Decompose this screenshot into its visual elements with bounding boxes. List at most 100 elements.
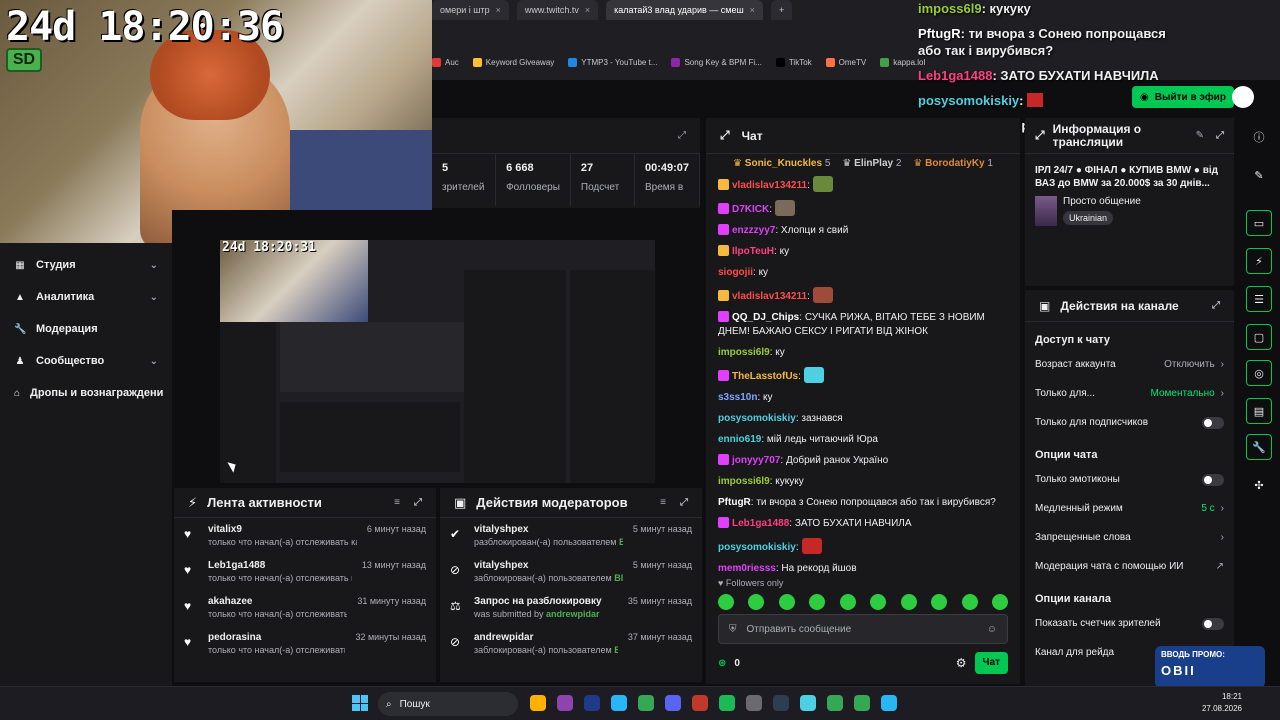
chat-username[interactable]: TheLasstofUs <box>732 371 798 382</box>
chat-username[interactable]: PftugR <box>718 497 751 508</box>
bookmark-item[interactable]: OmeTV <box>825 57 866 67</box>
browser-tab[interactable]: www.twitch.tv × <box>516 0 599 20</box>
emote-icon[interactable] <box>991 594 1008 610</box>
chat-username[interactable]: vladislav134211 <box>732 291 807 302</box>
toggle-switch[interactable] <box>1202 473 1224 486</box>
app-icon[interactable] <box>557 695 573 711</box>
telegram-icon[interactable] <box>611 695 627 711</box>
wrench-icon[interactable]: 🔧 <box>1246 434 1272 460</box>
spotify-icon[interactable] <box>719 695 735 711</box>
expand-icon[interactable]: ⤢ <box>1216 129 1224 142</box>
close-icon[interactable]: × <box>750 5 755 15</box>
activity-user[interactable]: akahazee <box>208 596 347 607</box>
top-chatter[interactable]: ♛ BorodatiyKy 1 <box>913 158 993 169</box>
close-icon[interactable]: × <box>496 5 501 15</box>
emote-icon[interactable] <box>961 594 978 610</box>
chrome-icon[interactable] <box>827 695 843 711</box>
taskbar-search[interactable]: ⌕ Пошук <box>378 692 518 716</box>
save-icon[interactable]: ▤ <box>1246 398 1272 424</box>
setting-row[interactable]: Только для подписчиков <box>1025 408 1234 437</box>
mod-action-item[interactable]: ⊘ vitalyshpex заблокирован(-а) пользовател… <box>440 554 702 590</box>
top-chatter[interactable]: ♛ ElinPlay 2 <box>842 158 901 169</box>
toggle-switch[interactable] <box>1202 416 1224 429</box>
activity-item[interactable]: ♥ vitalix9 только что начал(-а) отслеживат… <box>174 518 436 554</box>
expand-icon[interactable]: ⤢ <box>720 128 730 143</box>
app-icon[interactable] <box>800 695 816 711</box>
gear-icon[interactable]: ⚙ <box>956 656 967 670</box>
bookmark-item[interactable]: TikTok <box>775 57 812 67</box>
emote-icon[interactable] <box>931 594 948 610</box>
emote-icon[interactable] <box>809 594 826 610</box>
browser-tab[interactable]: калатай3 влад ударив — смеш × <box>606 0 763 20</box>
filter-icon[interactable]: ≡ <box>394 497 400 508</box>
setting-row[interactable]: Модерация чата с помощью ИИ ↗ <box>1025 552 1234 581</box>
app-icon[interactable] <box>773 695 789 711</box>
discord-icon[interactable] <box>665 695 681 711</box>
setting-row[interactable]: Медленный режим 5 с › <box>1025 494 1234 523</box>
chat-username[interactable]: impossi6l9 <box>718 347 770 358</box>
info-icon[interactable]: ⓘ <box>1246 124 1272 150</box>
edit-icon[interactable]: ✎ <box>1246 162 1272 188</box>
new-tab-button[interactable]: + <box>770 0 793 20</box>
activity-user[interactable]: pedorasina <box>208 632 345 643</box>
emote-icon[interactable] <box>718 594 734 610</box>
list-icon[interactable]: ☰ <box>1246 286 1272 312</box>
chat-username[interactable]: D7KICK <box>732 204 769 215</box>
setting-row[interactable]: Только для... Моментально › <box>1025 379 1234 408</box>
clip-icon[interactable]: ▭ <box>1246 210 1272 236</box>
bookmark-item[interactable]: Auc <box>432 57 459 67</box>
mod-action-target[interactable]: BorodatiyKy <box>614 645 618 655</box>
chat-username[interactable]: siogojii <box>718 267 753 278</box>
activity-item[interactable]: ♥ Leb1ga1488 только что начал(-а) отслежив… <box>174 554 436 590</box>
expand-icon[interactable]: ⤢ <box>1212 300 1220 311</box>
close-icon[interactable]: × <box>585 5 590 15</box>
filter-icon[interactable]: ≡ <box>660 497 666 508</box>
sidebar-item-3[interactable]: 🔧 Модерация <box>0 313 172 345</box>
mod-action-title[interactable]: vitalyshpex <box>474 524 623 535</box>
activity-user[interactable]: vitalix9 <box>208 524 357 535</box>
emoji-icon[interactable]: ☺ <box>987 624 997 635</box>
expand-icon[interactable]: ⤢ <box>680 497 688 508</box>
setting-row[interactable]: Только эмотиконы <box>1025 465 1234 494</box>
chat-input[interactable] <box>746 623 977 635</box>
telegram-icon[interactable] <box>881 695 897 711</box>
chat-username[interactable]: mem0riesss <box>718 563 776 574</box>
chat-username[interactable]: s3ss10n <box>718 392 757 403</box>
emote-icon[interactable] <box>900 594 917 610</box>
folder-icon[interactable] <box>530 695 546 711</box>
activity-item[interactable]: ♥ pedorasina только что начал(-а) отслежив… <box>174 626 436 662</box>
edit-icon[interactable]: ✎ <box>1196 129 1204 142</box>
channel-points-icon[interactable]: ⊛ <box>718 658 726 669</box>
bookmark-item[interactable]: Keyword Giveaway <box>472 57 554 67</box>
mod-action-item[interactable]: ✔ vitalyshpex разблокирован(-а) пользовате… <box>440 518 702 554</box>
browser-tab[interactable]: омери і штр × <box>432 0 509 20</box>
expand-icon[interactable]: ⤢ <box>678 130 686 141</box>
chat-username[interactable]: posysomokiskiy <box>718 413 796 424</box>
stream-preview[interactable]: 24d 18:20:31 <box>220 240 655 483</box>
mod-action-target[interactable]: andrewpidar <box>546 609 600 619</box>
emote-icon[interactable] <box>778 594 795 610</box>
activity-item[interactable]: ♥ akahazee только что начал(-а) отслеживат… <box>174 590 436 626</box>
category-name[interactable]: Просто общение <box>1063 196 1141 207</box>
start-icon[interactable] <box>352 695 368 711</box>
mod-action-title[interactable]: andrewpidar <box>474 632 618 643</box>
mod-action-item[interactable]: ⊘ andrewpidar заблокирован(-а) пользовател… <box>440 626 702 662</box>
sidebar-item-2[interactable]: ▲ Аналитика ⌄ <box>0 281 172 313</box>
chat-username[interactable]: jonyyy707 <box>732 455 780 466</box>
sidebar-item-5[interactable]: ⌂ Дропы и вознаграждени <box>0 377 172 409</box>
setting-row[interactable]: Показать счетчик зрителей <box>1025 609 1234 638</box>
activity-user[interactable]: Leb1ga1488 <box>208 560 352 571</box>
chat-username[interactable]: IlpoTeuH <box>732 246 774 257</box>
bookmark-item[interactable]: YTMP3 - YouTube t... <box>568 57 657 67</box>
emote-icon[interactable] <box>870 594 887 610</box>
chat-username[interactable]: posysomokiskiy <box>718 542 796 553</box>
top-chatter[interactable]: ♛ Sonic_Knuckles 5 <box>733 158 830 169</box>
bookmark-item[interactable]: Song Key & BPM Fi... <box>671 57 762 67</box>
chat-bubble-icon[interactable]: ▢ <box>1246 324 1272 350</box>
chat-username[interactable]: enzzzyy7 <box>732 225 775 236</box>
extensions-icon[interactable]: ✣ <box>1246 472 1272 498</box>
chat-username[interactable]: QQ_DJ_Chips <box>732 312 799 323</box>
mod-action-target[interactable]: BILYI_SIROTINIO <box>614 573 623 583</box>
sidebar-item-1[interactable]: ▦ Студия ⌄ <box>0 249 172 281</box>
sidebar-item-4[interactable]: ♟ Сообщество ⌄ <box>0 345 172 377</box>
